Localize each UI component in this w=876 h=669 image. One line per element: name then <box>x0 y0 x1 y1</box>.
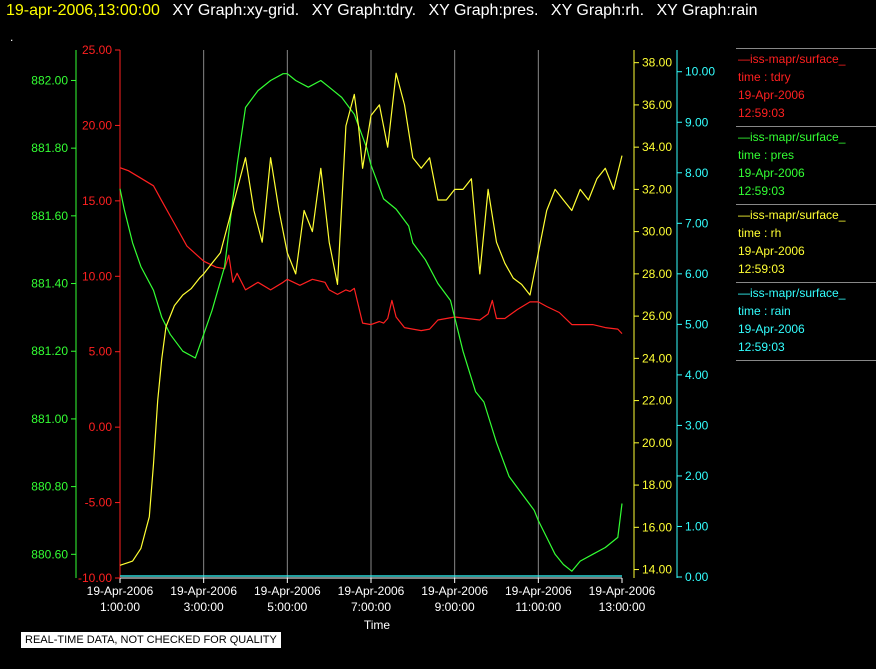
rh-tick-label: 36.00 <box>642 98 672 112</box>
tdry-tick-label: 25.00 <box>82 43 112 57</box>
pres-tick-label: 880.80 <box>31 480 68 494</box>
legend-variable: time : tdry <box>738 70 791 84</box>
pres-tick-label: 881.20 <box>31 344 68 358</box>
x-tick-label-time: 13:00:00 <box>599 600 646 614</box>
rh-tick-label: 28.00 <box>642 267 672 281</box>
rh-tick-label: 22.00 <box>642 394 672 408</box>
legend-time: 12:59:03 <box>738 184 785 198</box>
x-tick-label-time: 5:00:00 <box>267 600 307 614</box>
rh-tick-label: 32.00 <box>642 182 672 196</box>
x-tick-label-date: 19-Apr-2006 <box>170 584 237 598</box>
x-tick-label-date: 19-Apr-2006 <box>505 584 572 598</box>
legend-time: 12:59:03 <box>738 340 785 354</box>
legend-date: 19-Apr-2006 <box>738 322 805 336</box>
x-tick-label-time: 7:00:00 <box>351 600 391 614</box>
rh-tick-label: 34.00 <box>642 140 672 154</box>
legend-source: —iss-mapr/surface_ <box>738 286 846 300</box>
legend-source: —iss-mapr/surface_ <box>738 208 846 222</box>
x-tick-label-date: 19-Apr-2006 <box>338 584 405 598</box>
axes <box>71 49 682 583</box>
tdry-tick-label: 20.00 <box>82 118 112 132</box>
pres-tick-label: 881.00 <box>31 412 68 426</box>
rh-tick-label: 24.00 <box>642 351 672 365</box>
rain-tick-label: 10.00 <box>685 65 715 79</box>
quality-notice: REAL-TIME DATA, NOT CHECKED FOR QUALITY <box>20 631 282 649</box>
x-tick-label-time: 11:00:00 <box>515 600 561 614</box>
tdry-tick-label: -5.00 <box>85 496 113 510</box>
tdry-tick-label: 5.00 <box>89 345 113 359</box>
rh-tick-label: 16.00 <box>642 520 672 534</box>
rain-tick-label: 2.00 <box>685 469 709 483</box>
x-tick-label-date: 19-Apr-2006 <box>589 584 656 598</box>
rain-tick-label: 8.00 <box>685 166 709 180</box>
legend-source: —iss-mapr/surface_ <box>738 130 846 144</box>
legend-date: 19-Apr-2006 <box>738 166 805 180</box>
x-tick-label-date: 19-Apr-2006 <box>254 584 321 598</box>
pres-tick-label: 882.00 <box>31 73 68 87</box>
legend-time: 12:59:03 <box>738 106 785 120</box>
legend-entry-rh[interactable]: —iss-mapr/surface_ time : rh 19-Apr-2006… <box>736 204 876 282</box>
legend-entry-rain[interactable]: —iss-mapr/surface_ time : rain 19-Apr-20… <box>736 282 876 361</box>
tdry-tick-label: 15.00 <box>82 194 112 208</box>
rain-tick-label: 1.00 <box>685 519 709 533</box>
pres-tick-label: 881.80 <box>31 141 68 155</box>
rh-tick-label: 38.00 <box>642 56 672 70</box>
pres-tick-label: 881.60 <box>31 209 68 223</box>
x-tick-label-date: 19-Apr-2006 <box>87 584 154 598</box>
x-axis-label: Time <box>364 618 391 632</box>
legend-variable: time : pres <box>738 148 795 162</box>
legend-date: 19-Apr-2006 <box>738 244 805 258</box>
legend-source: —iss-mapr/surface_ <box>738 52 846 66</box>
tdry-tick-label: 10.00 <box>82 269 112 283</box>
legend: —iss-mapr/surface_ time : tdry 19-Apr-20… <box>736 48 876 361</box>
legend-variable: time : rh <box>738 226 782 240</box>
rain-tick-label: 7.00 <box>685 216 709 230</box>
pres-tick-label: 881.40 <box>31 277 68 291</box>
rh-tick-label: 26.00 <box>642 309 672 323</box>
rain-tick-label: 5.00 <box>685 317 709 331</box>
rain-tick-label: 3.00 <box>685 418 709 432</box>
rain-tick-label: 6.00 <box>685 267 709 281</box>
x-tick-label-date: 19-Apr-2006 <box>421 584 488 598</box>
rh-tick-label: 14.00 <box>642 563 672 577</box>
rh-tick-label: 20.00 <box>642 436 672 450</box>
legend-date: 19-Apr-2006 <box>738 88 805 102</box>
x-tick-label-time: 1:00:00 <box>100 600 140 614</box>
legend-entry-tdry[interactable]: —iss-mapr/surface_ time : tdry 19-Apr-20… <box>736 48 876 126</box>
x-tick-label-time: 9:00:00 <box>435 600 475 614</box>
rh-tick-label: 30.00 <box>642 225 672 239</box>
tdry-tick-label: -10.00 <box>78 571 112 585</box>
rain-tick-label: 0.00 <box>685 570 709 584</box>
x-tick-label-time: 3:00:00 <box>184 600 224 614</box>
tdry-tick-label: 0.00 <box>89 420 113 434</box>
rain-tick-label: 9.00 <box>685 115 709 129</box>
legend-entry-pres[interactable]: —iss-mapr/surface_ time : pres 19-Apr-20… <box>736 126 876 204</box>
rain-tick-label: 4.00 <box>685 368 709 382</box>
pres-tick-label: 880.60 <box>31 547 68 561</box>
axis-labels: 19-Apr-2006 1:00:00 19-Apr-2006 3:00:00 19-A… <box>31 43 715 632</box>
legend-variable: time : rain <box>738 304 791 318</box>
rh-tick-label: 18.00 <box>642 478 672 492</box>
legend-time: 12:59:03 <box>738 262 785 276</box>
